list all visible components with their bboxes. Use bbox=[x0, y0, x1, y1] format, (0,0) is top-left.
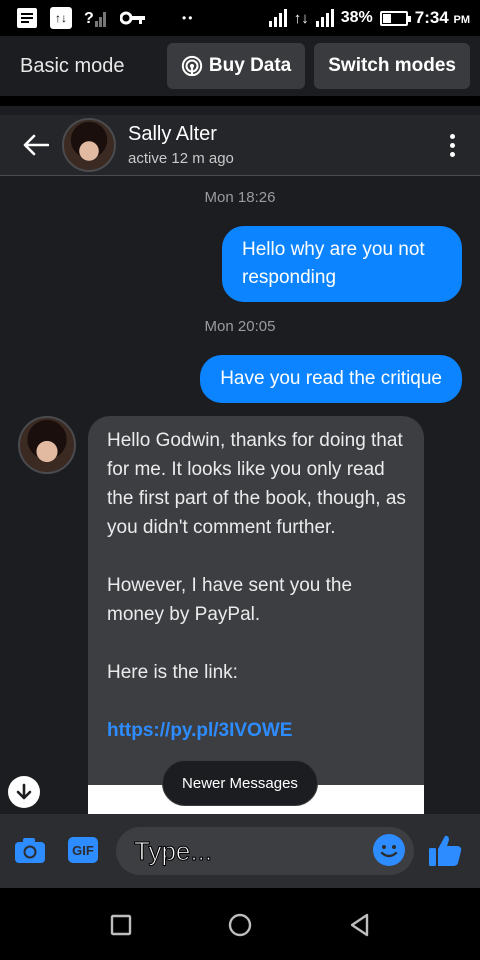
contact-name: Sally Alter bbox=[128, 123, 217, 145]
vpn-key-icon bbox=[120, 11, 146, 25]
camera-icon[interactable] bbox=[14, 836, 46, 864]
contact-info[interactable]: Sally Alter active 12 m ago bbox=[128, 123, 234, 167]
buy-data-button[interactable]: Buy Data bbox=[166, 43, 306, 89]
switch-modes-button[interactable]: Switch modes bbox=[314, 43, 470, 89]
signal-2-icon bbox=[315, 9, 334, 27]
message-paragraph: However, I have sent you the money by Pa… bbox=[107, 575, 353, 625]
incoming-message[interactable]: Hello Godwin, thanks for doing that for … bbox=[88, 416, 424, 814]
message-input[interactable]: Type... bbox=[116, 827, 414, 875]
battery-percent: 38% bbox=[340, 9, 373, 26]
timestamp: Mon 18:26 bbox=[204, 189, 276, 206]
svg-text:?: ? bbox=[84, 10, 94, 27]
basic-mode-bar: Basic mode Buy Data Switch modes bbox=[0, 36, 480, 106]
message-paragraph: Here is the link: bbox=[107, 662, 238, 683]
outgoing-message[interactable]: Have you read the critique bbox=[200, 355, 462, 403]
gif-button[interactable]: GIF bbox=[68, 837, 98, 863]
composer: GIF Type... bbox=[0, 814, 480, 888]
hotspot-icon bbox=[181, 55, 203, 77]
battery-icon bbox=[379, 10, 411, 26]
home-icon[interactable] bbox=[227, 912, 253, 938]
emoji-icon[interactable] bbox=[373, 834, 405, 866]
paypal-link[interactable]: https://py.pl/3IVOWE bbox=[107, 716, 406, 745]
no-signal-icon: ? bbox=[84, 7, 108, 29]
message-input-placeholder: Type... bbox=[133, 835, 213, 866]
signal-1-icon bbox=[268, 9, 287, 27]
outgoing-message[interactable]: Hello why are you not responding bbox=[222, 226, 462, 302]
data-transfer-icon: ↑↓ bbox=[50, 7, 72, 29]
data-arrows-icon: ↑↓ bbox=[293, 9, 309, 27]
message-paragraph: Hello Godwin, thanks for doing that for … bbox=[107, 430, 406, 538]
message-thread[interactable]: Mon 18:26 Hello why are you not respondi… bbox=[0, 176, 480, 814]
buy-data-label: Buy Data bbox=[208, 55, 292, 76]
more-options-icon[interactable] bbox=[442, 130, 462, 160]
system-nav-bar bbox=[0, 888, 480, 960]
recent-apps-icon[interactable] bbox=[108, 912, 134, 938]
newer-messages-button[interactable]: Newer Messages bbox=[162, 760, 318, 806]
notification-icon bbox=[16, 7, 38, 29]
scroll-down-button[interactable] bbox=[8, 776, 40, 808]
back-arrow-icon[interactable] bbox=[18, 127, 54, 163]
sender-avatar[interactable] bbox=[18, 416, 76, 474]
conversation-header: Sally Alter active 12 m ago bbox=[0, 115, 480, 176]
more-notifications-icon: •• bbox=[182, 11, 195, 25]
arrow-down-icon bbox=[16, 783, 32, 800]
contact-avatar[interactable] bbox=[62, 118, 116, 172]
switch-modes-label: Switch modes bbox=[328, 55, 456, 76]
contact-status: active 12 m ago bbox=[128, 150, 234, 167]
status-bar: ↑↓ ? •• ↑↓ 38% 7:34 PM bbox=[0, 0, 480, 36]
back-nav-icon[interactable] bbox=[347, 912, 373, 938]
like-thumb-icon[interactable] bbox=[426, 832, 464, 870]
timestamp: Mon 20:05 bbox=[204, 318, 276, 335]
clock: 7:34 PM bbox=[414, 8, 470, 27]
mode-title: Basic mode bbox=[20, 54, 125, 77]
